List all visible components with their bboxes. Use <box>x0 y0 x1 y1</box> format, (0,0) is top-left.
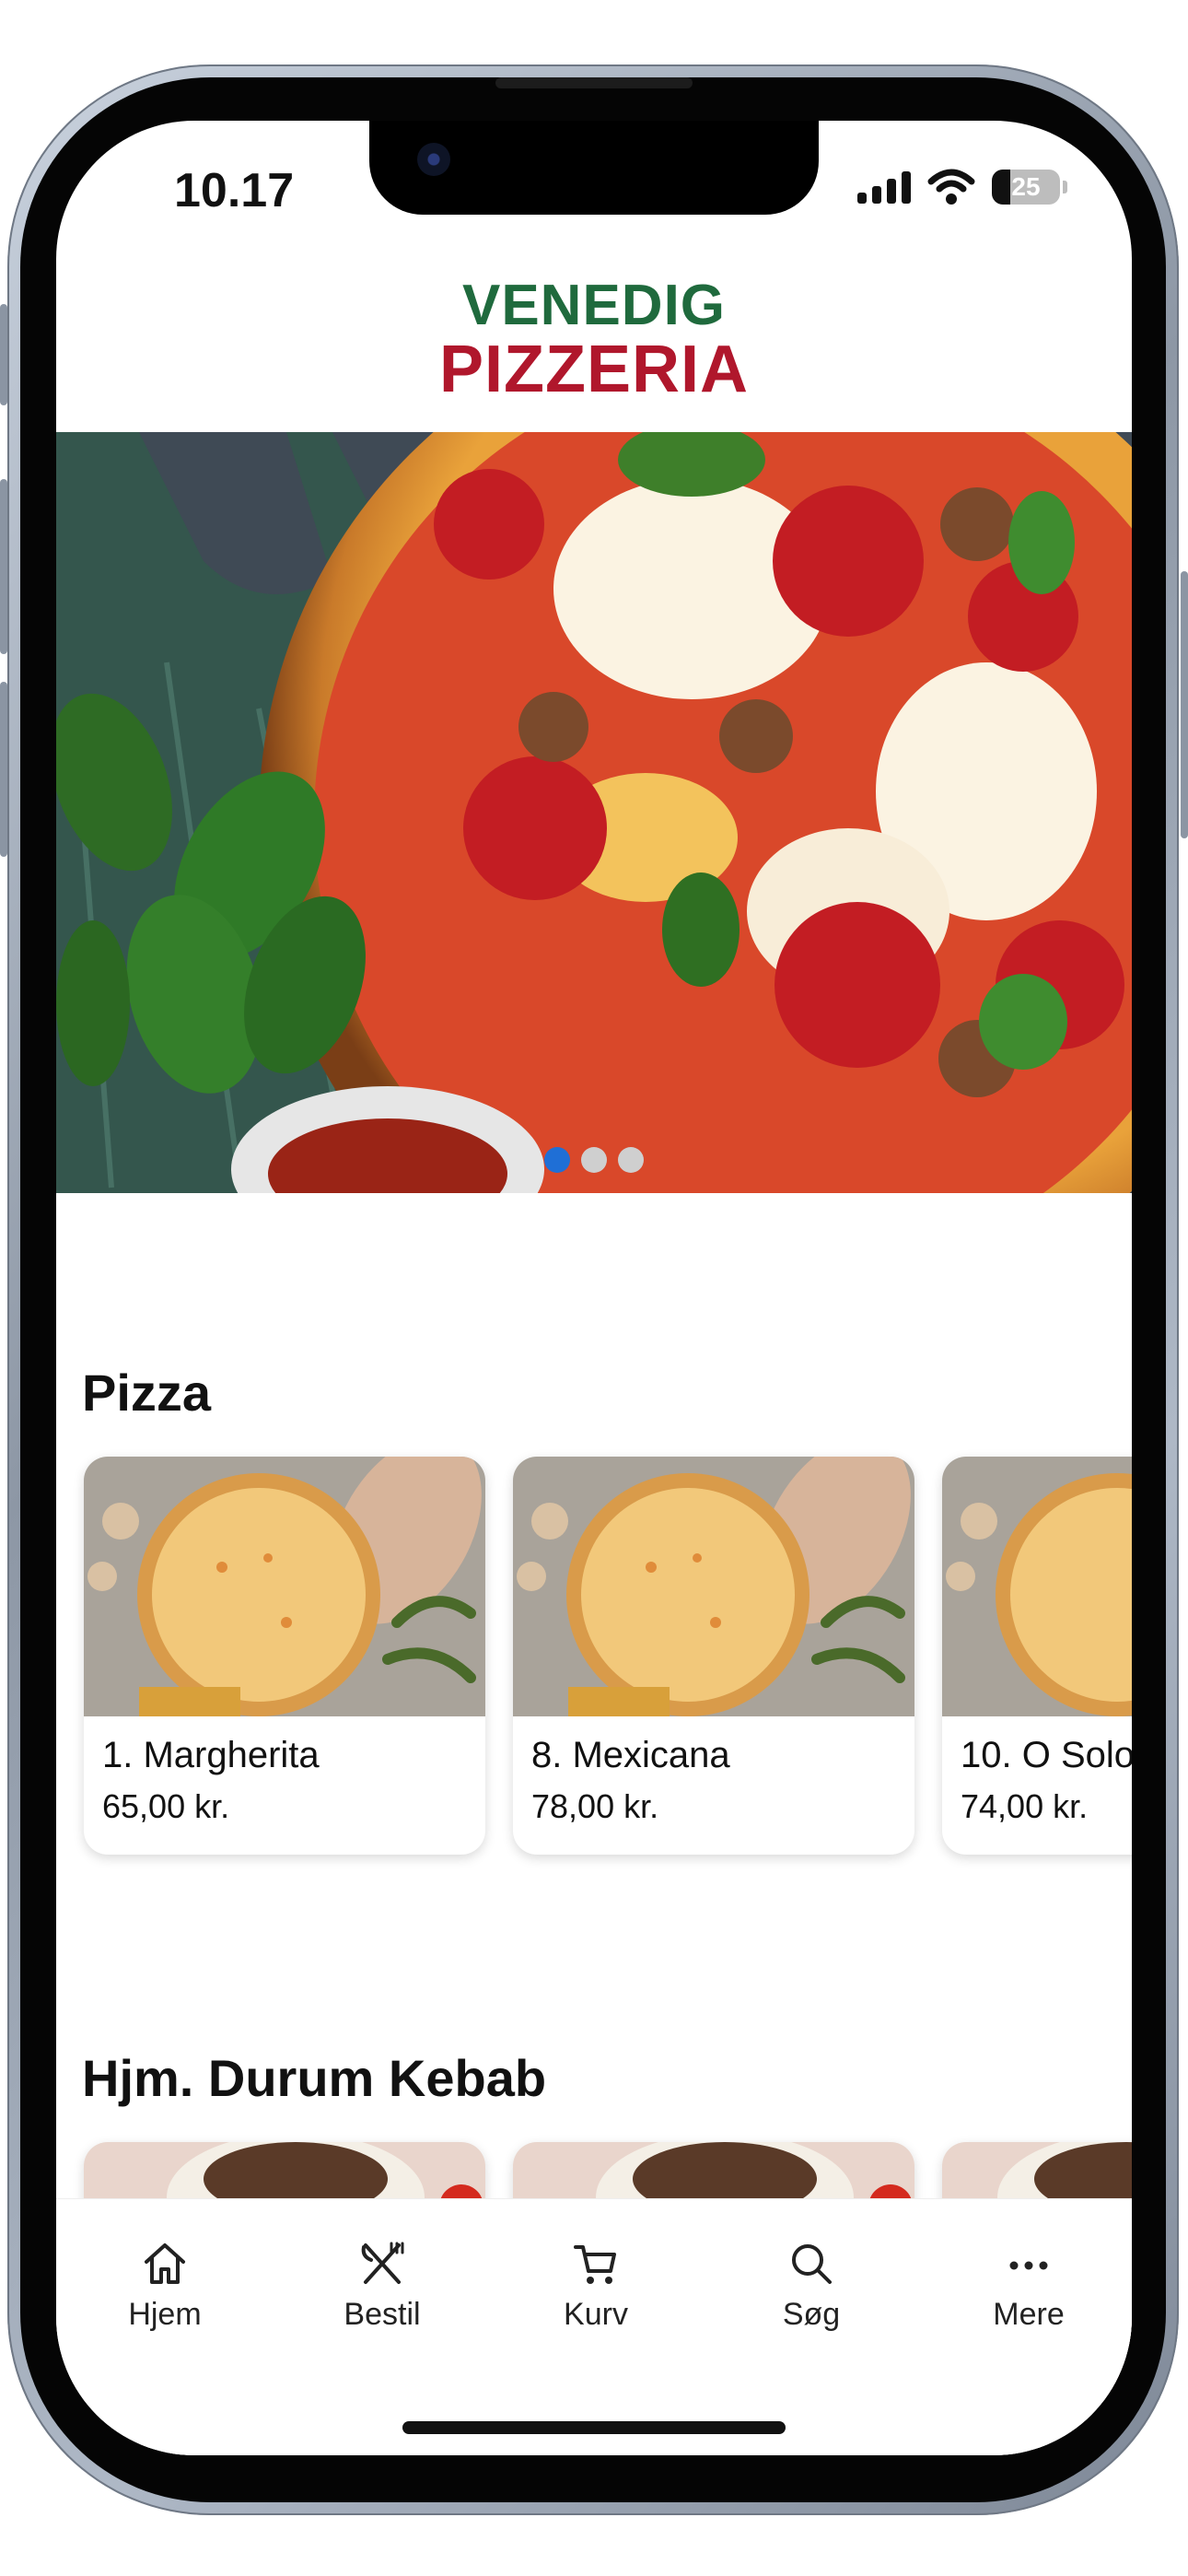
tab-label: Søg <box>782 2297 841 2332</box>
product-price: 78,00 kr. <box>531 1787 659 1825</box>
product-name: 1. Margherita <box>102 1735 320 1775</box>
tab-hjem[interactable]: Hjem <box>73 2238 257 2333</box>
tab-sog[interactable]: Søg <box>719 2238 903 2333</box>
logo-line-1: VENEDIG <box>461 274 727 337</box>
side-button <box>0 304 7 405</box>
cart-icon <box>574 2245 616 2284</box>
search-icon <box>792 2244 832 2284</box>
carousel-dot[interactable] <box>618 1147 644 1173</box>
carousel-dot[interactable] <box>581 1147 607 1173</box>
tab-bestil[interactable]: Bestil <box>290 2238 474 2333</box>
carousel-dot[interactable] <box>544 1147 570 1173</box>
home-icon <box>145 2243 185 2284</box>
front-camera-icon <box>417 143 450 176</box>
section-title-durum: Hjm. Durum Kebab <box>82 2049 547 2107</box>
product-image <box>84 1457 485 1716</box>
product-card[interactable]: 10. O Solo 74,00 kr. <box>942 1457 1132 1855</box>
volume-up-button <box>0 479 7 654</box>
product-image <box>942 1457 1132 1716</box>
more-icon <box>1009 2261 1048 2270</box>
tab-label: Bestil <box>344 2297 421 2332</box>
tab-label: Hjem <box>128 2297 202 2332</box>
wifi-icon <box>927 169 975 205</box>
product-price: 65,00 kr. <box>102 1787 230 1825</box>
product-image <box>513 1457 914 1716</box>
notch <box>369 121 819 215</box>
tab-label: Kurv <box>564 2297 628 2332</box>
bottom-tab-bar: Hjem Bestil Kurv Søg Mere <box>56 2198 1132 2455</box>
earpiece-speaker <box>495 77 693 88</box>
tab-label: Mere <box>993 2297 1065 2332</box>
utensils-icon <box>361 2242 404 2284</box>
logo-line-2: PIZZERIA <box>438 333 749 406</box>
home-indicator[interactable] <box>402 2421 786 2434</box>
hero-pizza-image <box>56 432 1132 1193</box>
status-icons: 25 <box>857 169 1067 205</box>
hero-carousel[interactable] <box>56 432 1132 1193</box>
tab-mere[interactable]: Mere <box>937 2238 1121 2333</box>
battery-level: 25 <box>1011 172 1041 201</box>
product-card[interactable]: 8. Mexicana 78,00 kr. <box>513 1457 914 1855</box>
section-title-pizza: Pizza <box>82 1364 212 1422</box>
battery-icon: 25 <box>992 170 1067 205</box>
restaurant-logo: VENEDIG PIZZERIA <box>56 274 1132 406</box>
product-name: 10. O Solo <box>961 1735 1132 1775</box>
product-name: 8. Mexicana <box>531 1735 730 1775</box>
power-button <box>1181 571 1188 838</box>
app-screen: 10.17 25 VENEDIG PIZZERIA Pizza 1. Margh… <box>56 121 1132 2455</box>
product-card[interactable]: 1. Margherita 65,00 kr. <box>84 1457 485 1855</box>
tab-kurv[interactable]: Kurv <box>504 2238 688 2333</box>
volume-down-button <box>0 682 7 857</box>
carousel-indicator[interactable] <box>56 1147 1132 1173</box>
product-price: 74,00 kr. <box>961 1787 1089 1825</box>
pizza-card-list[interactable]: 1. Margherita 65,00 kr. 8. Mexicana 78,0… <box>84 1457 1132 1855</box>
status-time: 10.17 <box>174 164 295 217</box>
signal-icon <box>857 170 911 204</box>
